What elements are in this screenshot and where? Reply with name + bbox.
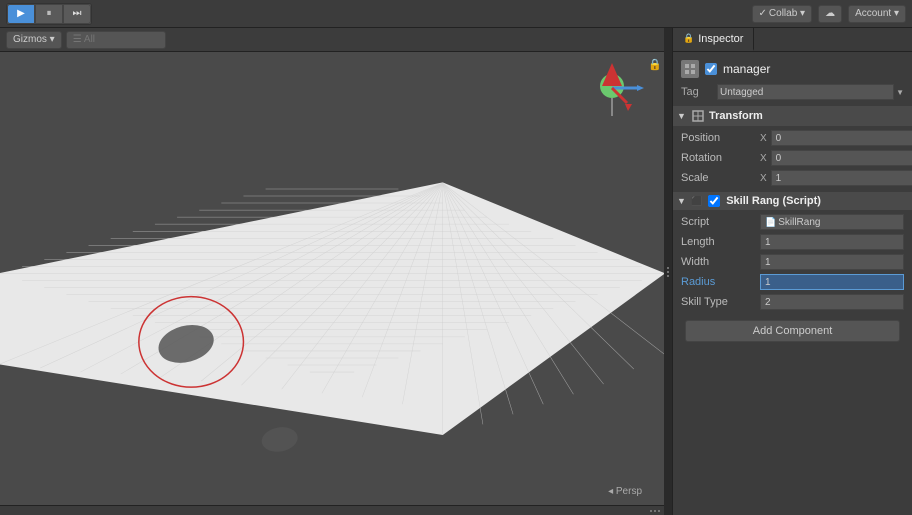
collab-button[interactable]: ✓ Collab ▾	[752, 5, 813, 23]
rotation-x-axis: X	[760, 153, 767, 164]
scene-bottom-bar	[0, 505, 664, 515]
skill-rang-active-checkbox[interactable]	[708, 195, 720, 207]
position-x-input[interactable]	[771, 130, 912, 146]
skill-rang-section-header[interactable]: ▼ ⬛ Skill Rang (Script)	[673, 192, 912, 210]
length-label: Length	[681, 236, 756, 248]
lock-icon: 🔒	[648, 58, 662, 71]
transform-arrow-icon: ▼	[677, 111, 687, 121]
position-x-axis: X	[760, 133, 767, 144]
object-icon	[681, 60, 699, 78]
scene-resize-handle[interactable]	[664, 28, 672, 515]
script-label: Script	[681, 216, 756, 228]
transform-section-title: Transform	[709, 110, 763, 122]
radius-label: Radius	[681, 276, 756, 288]
transform-icon	[691, 109, 705, 123]
width-row: Width	[673, 252, 912, 272]
tag-label: Tag	[681, 86, 711, 98]
transform-icon-svg	[692, 110, 704, 122]
radius-input[interactable]	[760, 274, 904, 290]
inspector-tab-icon: 🔒	[683, 33, 694, 44]
rotation-x-input[interactable]	[771, 150, 912, 166]
play-button[interactable]: ▶	[7, 4, 35, 24]
script-value-display: 📄 SkillRang	[760, 214, 904, 230]
tag-row: Tag Untagged ▼	[673, 82, 912, 102]
rotation-label: Rotation	[681, 152, 756, 164]
scene-canvas	[0, 52, 664, 505]
inspector-tab[interactable]: 🔒 Inspector	[673, 28, 754, 51]
scene-svg	[0, 52, 664, 505]
scene-search-input[interactable]	[66, 31, 166, 49]
script-name: SkillRang	[778, 217, 820, 228]
radius-row: Radius	[673, 272, 912, 292]
width-input[interactable]	[760, 254, 904, 270]
inspector-panel: 🔒 Inspector manager	[672, 28, 912, 515]
script-row: Script 📄 SkillRang	[673, 212, 912, 232]
skill-type-input[interactable]	[760, 294, 904, 310]
inspector-tab-label: Inspector	[698, 33, 743, 45]
add-component-button[interactable]: Add Component	[685, 320, 900, 342]
position-label: Position	[681, 132, 756, 144]
skill-type-row: Skill Type	[673, 292, 912, 312]
skill-rang-section-title: Skill Rang (Script)	[726, 195, 821, 207]
position-row: Position X	[673, 128, 912, 148]
scene-view: Gizmos ▾	[0, 28, 672, 515]
layer-dropdown-arrow: ▼	[896, 88, 904, 97]
tag-select[interactable]: Untagged	[717, 84, 894, 100]
length-row: Length	[673, 232, 912, 252]
cloud-button[interactable]: ☁	[818, 5, 842, 23]
skill-type-label: Skill Type	[681, 296, 756, 308]
skill-rang-arrow-icon: ▼	[677, 196, 687, 206]
resize-dots	[667, 267, 669, 277]
rotation-row: Rotation X	[673, 148, 912, 168]
persp-label: ◂ Persp	[608, 486, 642, 497]
skill-rang-section-icon: ⬛	[691, 196, 702, 207]
width-label: Width	[681, 256, 756, 268]
scene-toolbar: Gizmos ▾	[0, 28, 672, 52]
scale-x-input[interactable]	[771, 170, 912, 186]
object-active-checkbox[interactable]	[705, 63, 717, 75]
inspector-tab-bar: 🔒 Inspector	[673, 28, 912, 52]
object-header: manager	[673, 56, 912, 82]
account-button[interactable]: Account ▾	[848, 5, 906, 23]
gizmos-button[interactable]: Gizmos ▾	[6, 31, 62, 49]
playback-controls: ▶ ⏸ ⏭	[6, 3, 92, 25]
object-name-label: manager	[723, 62, 904, 76]
transform-section-header[interactable]: ▼ Transform	[673, 106, 912, 126]
scale-x-axis: X	[760, 173, 767, 184]
collab-check-icon: ✓	[759, 8, 767, 19]
main-area: Gizmos ▾	[0, 28, 912, 515]
gizmo-svg	[572, 58, 652, 138]
scene-gizmo[interactable]	[572, 58, 652, 138]
script-file-icon: 📄	[765, 217, 776, 228]
inspector-content: manager Tag Untagged ▼ ▼	[673, 52, 912, 515]
pause-button[interactable]: ⏸	[35, 4, 63, 24]
scale-row: Scale X	[673, 168, 912, 188]
length-input[interactable]	[760, 234, 904, 250]
scale-label: Scale	[681, 172, 756, 184]
object-icon-svg	[682, 61, 698, 77]
toolbar: ▶ ⏸ ⏭ ✓ Collab ▾ ☁ Account ▾	[0, 0, 912, 28]
bottom-dots	[650, 510, 660, 512]
step-button[interactable]: ⏭	[63, 4, 91, 24]
